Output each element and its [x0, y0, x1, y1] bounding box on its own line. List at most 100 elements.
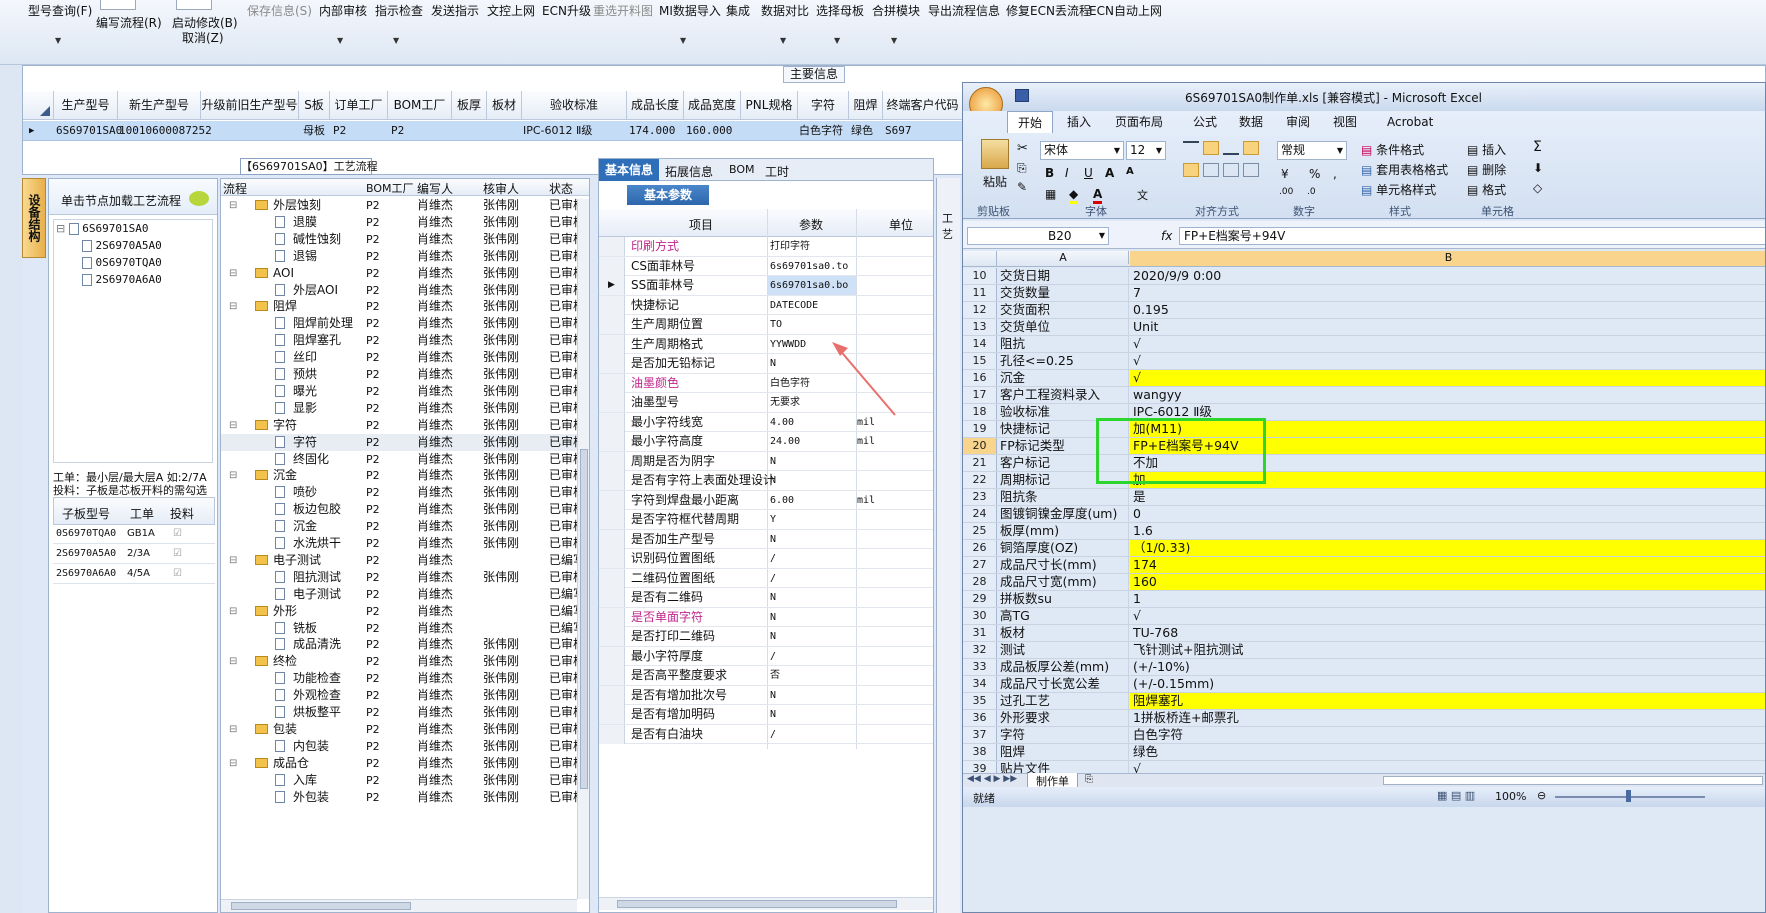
align-bottom-icon[interactable]: [1223, 141, 1239, 155]
table-row[interactable]: 0S6970TQA0 GB1A ☑: [53, 525, 215, 544]
ribbon-tab-data[interactable]: 数据: [1229, 111, 1273, 133]
param-row[interactable]: 是否有增加批次号 N: [599, 685, 933, 705]
col-header[interactable]: 终端客户代码: [883, 91, 963, 120]
sheet-row[interactable]: 11 交货数量 7: [963, 285, 1765, 302]
horizontal-scrollbar[interactable]: [1383, 776, 1763, 785]
zoom-thumb[interactable]: [1626, 790, 1631, 802]
process-row[interactable]: 铣板 P2 肖维杰 已编写: [221, 620, 589, 637]
process-row[interactable]: 字符 P2 肖维杰 张伟刚 已审核: [221, 433, 589, 451]
process-row[interactable]: ⊟ 阻焊 P2 肖维杰 张伟刚 已审核: [221, 298, 589, 315]
param-row[interactable]: 二维码位置图纸 /: [599, 568, 933, 588]
param-row[interactable]: 是否有字符上表面处理设计 N: [599, 471, 933, 491]
col-header[interactable]: 参数: [799, 216, 823, 233]
fill-color-icon[interactable]: ◆: [1069, 187, 1079, 204]
export-flow-button[interactable]: 导出流程信息: [928, 2, 1000, 19]
percent-icon[interactable]: %: [1309, 167, 1320, 181]
underline-icon[interactable]: U: [1084, 166, 1093, 180]
sheet-row[interactable]: 31 板材 TU-768: [963, 625, 1765, 642]
scroll-thumb[interactable]: [580, 449, 588, 789]
comma-icon[interactable]: ,: [1333, 167, 1337, 181]
param-row[interactable]: ▶ SS面菲林号 6s69701sa0.bo: [599, 276, 933, 296]
chevron-down-icon[interactable]: ▼: [780, 36, 786, 45]
sheet-row[interactable]: 20 FP标记类型 FP+E档案号+94V: [963, 438, 1765, 455]
sheet-row[interactable]: 35 过孔工艺 阻焊塞孔: [963, 693, 1765, 710]
process-row[interactable]: 电子测试 P2 肖维杰 已编写: [221, 586, 589, 603]
param-row[interactable]: 字符到焊盘最小距离 6.00 mil: [599, 490, 933, 510]
process-row[interactable]: 阻焊前处理 P2 肖维杰 张伟刚 已审核: [221, 315, 589, 332]
shrink-font-icon[interactable]: A: [1126, 166, 1134, 177]
zoom-out-icon[interactable]: ⊖: [1537, 789, 1546, 802]
process-row[interactable]: ⊟ 外层蚀刻 P2 肖维杰 张伟刚 已审核: [221, 197, 589, 214]
sheet-row[interactable]: 36 外形要求 1拼板桥连+邮票孔: [963, 710, 1765, 727]
param-row[interactable]: 是否有增加明码 N: [599, 705, 933, 725]
zoom-level[interactable]: 100%: [1495, 790, 1526, 803]
border-icon[interactable]: ▦: [1045, 187, 1056, 201]
align-center-icon[interactable]: [1203, 163, 1219, 177]
col-header[interactable]: 板材: [487, 91, 522, 120]
process-row[interactable]: 喷砂 P2 肖维杰 张伟刚 已审核: [221, 484, 589, 501]
col-header[interactable]: 阻焊: [849, 91, 883, 120]
tab-extend-info[interactable]: 拓展信息: [665, 163, 713, 180]
send-instruction-button[interactable]: 发送指示: [431, 2, 479, 19]
cell-width[interactable]: 160.000: [686, 121, 732, 141]
param-row[interactable]: CS面菲林号 6s69701sa0.to: [599, 256, 933, 276]
param-row[interactable]: 是否打印二维码 N: [599, 627, 933, 647]
cancel-button[interactable]: 取消(Z): [182, 29, 224, 46]
col-header[interactable]: 工单: [130, 505, 154, 522]
tab-hours[interactable]: 工时: [765, 163, 789, 180]
param-row[interactable]: 印刷方式 打印字符: [599, 237, 933, 257]
new-sheet-icon[interactable]: ⎘: [1085, 774, 1093, 785]
col-header[interactable]: 升级前旧生产型号: [201, 91, 299, 120]
font-size-select[interactable]: 12 ▼: [1126, 141, 1166, 160]
cell-prod-model[interactable]: 6S69701SA0: [56, 121, 122, 141]
instruction-check-button[interactable]: 指示检查: [375, 2, 423, 19]
cell-style-button[interactable]: ▤ 单元格样式: [1361, 181, 1436, 198]
ribbon-tab-home[interactable]: 开始: [1007, 111, 1054, 133]
sheet-row[interactable]: 12 交货面积 0.195: [963, 302, 1765, 319]
param-row[interactable]: 是否有白油块 /: [599, 724, 933, 744]
col-header[interactable]: 新生产型号: [118, 91, 201, 120]
process-row[interactable]: ⊟ 电子测试 P2 肖维杰 已编写: [221, 552, 589, 569]
table-row[interactable]: 2S6970A6A0 4/5A ☑: [53, 565, 215, 584]
process-row[interactable]: 水洗烘干 P2 肖维杰 张伟刚 已审核: [221, 535, 589, 552]
cell-solder-mask[interactable]: 绿色: [851, 121, 873, 141]
panel-merge-button[interactable]: 合拼模块: [872, 2, 920, 19]
font-color-icon[interactable]: A: [1093, 187, 1103, 204]
process-row[interactable]: 功能检查 P2 肖维杰 张伟刚 已审核: [221, 670, 589, 687]
process-row[interactable]: ⊟ 成品仓 P2 肖维杰 张伟刚 已审核: [221, 755, 589, 772]
currency-icon[interactable]: ¥: [1281, 167, 1289, 181]
process-row[interactable]: ⊟ AOI P2 肖维杰 张伟刚 已审核: [221, 265, 589, 282]
sheet-row[interactable]: 13 交货单位 Unit: [963, 319, 1765, 336]
process-row[interactable]: 阻焊塞孔 P2 肖维杰 张伟刚 已审核: [221, 332, 589, 349]
sheet-row[interactable]: 14 阻抗 √: [963, 336, 1765, 353]
mi-import-button[interactable]: MI数据导入: [659, 2, 721, 19]
ecn-upgrade-button[interactable]: ECN升级: [542, 2, 591, 19]
sheet-row[interactable]: 26 铜箔厚度(OZ) （1/0.33): [963, 540, 1765, 557]
process-row[interactable]: 退锡 P2 肖维杰 张伟刚 已审核: [221, 248, 589, 265]
process-row[interactable]: 显影 P2 肖维杰 张伟刚 已审核: [221, 400, 589, 417]
col-header[interactable]: S板: [299, 91, 330, 120]
side-tab-equipment[interactable]: 设备结构: [22, 178, 46, 258]
ribbon-tab-layout[interactable]: 页面布局: [1105, 111, 1173, 133]
param-row[interactable]: 是否单面字符 N: [599, 607, 933, 627]
process-row[interactable]: 终固化 P2 肖维杰 张伟刚 已审核: [221, 451, 589, 468]
col-header[interactable]: 流程: [223, 180, 247, 197]
toggle-switch[interactable]: [176, 0, 212, 10]
toggle-switch[interactable]: [100, 0, 136, 10]
param-row[interactable]: 快捷标记 DATECODE: [599, 295, 933, 315]
checkbox[interactable]: ☑: [173, 545, 182, 563]
repair-ecn-button[interactable]: 修复ECN丢流程: [1006, 2, 1091, 19]
process-row[interactable]: 入库 P2 肖维杰 张伟刚 已审核: [221, 772, 589, 789]
ecn-auto-online-button[interactable]: ECN自动上网: [1089, 2, 1162, 19]
sheet-tab[interactable]: 制作单: [1027, 773, 1078, 788]
align-top-icon[interactable]: [1183, 141, 1199, 155]
sheet-row[interactable]: 21 客户标记 不加: [963, 455, 1765, 472]
decrease-decimal-icon[interactable]: .0: [1307, 187, 1316, 197]
fill-icon[interactable]: ⬇: [1533, 161, 1543, 175]
sheet-row[interactable]: 38 阻焊 绿色: [963, 744, 1765, 761]
chevron-down-icon[interactable]: ▼: [55, 36, 61, 45]
paste-label[interactable]: 粘贴: [983, 173, 1007, 190]
save-icon[interactable]: [1015, 89, 1029, 102]
sheet-row[interactable]: 24 图镀铜镍金厚度(um) 0: [963, 506, 1765, 523]
sheet-row[interactable]: 22 周期标记加: [963, 472, 1765, 489]
